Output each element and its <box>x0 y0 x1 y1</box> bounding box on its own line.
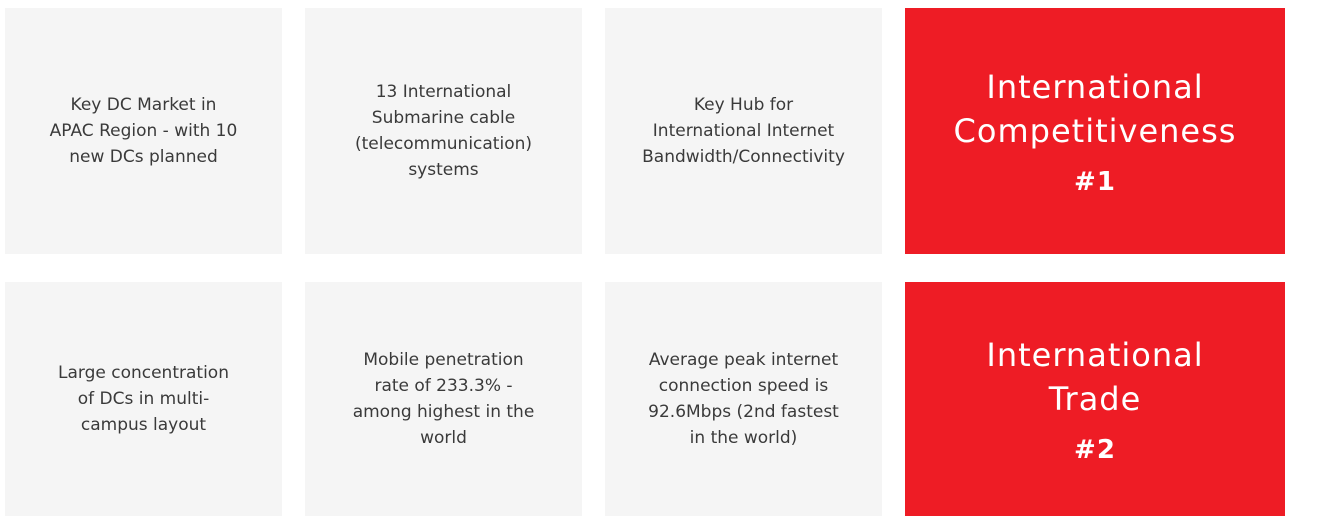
stat-text: Average peak internet connection speed i… <box>648 350 839 448</box>
stats-grid: Key DC Market in APAC Region - with 10 n… <box>5 8 1316 517</box>
stat-text: Key DC Market in APAC Region - with 10 n… <box>49 95 238 167</box>
stat-card-dc-market: Key DC Market in APAC Region - with 10 n… <box>5 8 282 254</box>
stat-card-submarine-cables: 13 International Submarine cable (teleco… <box>305 8 582 254</box>
ranking-card-competitiveness: International Competitiveness #1 <box>905 8 1285 254</box>
ranking-number: #2 <box>1074 435 1116 465</box>
ranking-number: #1 <box>1074 167 1116 197</box>
stat-card-dc-concentration: Large concentration of DCs in multi-camp… <box>5 282 282 516</box>
stat-card-mobile-penetration: Mobile penetration rate of 233.3% - amon… <box>305 282 582 516</box>
stat-card-connection-speed: Average peak internet connection speed i… <box>605 282 882 516</box>
ranking-title: International Competitiveness <box>953 68 1237 150</box>
stat-card-internet-hub: Key Hub for International Internet Bandw… <box>605 8 882 254</box>
stat-text: 13 International Submarine cable (teleco… <box>354 82 533 180</box>
ranking-card-trade: International Trade #2 <box>905 282 1285 516</box>
stat-text: Key Hub for International Internet Bandw… <box>642 95 845 167</box>
stat-text: Mobile penetration rate of 233.3% - amon… <box>352 350 535 448</box>
stat-text: Large concentration of DCs in multi-camp… <box>58 363 229 435</box>
ranking-title: International Trade <box>986 336 1204 418</box>
